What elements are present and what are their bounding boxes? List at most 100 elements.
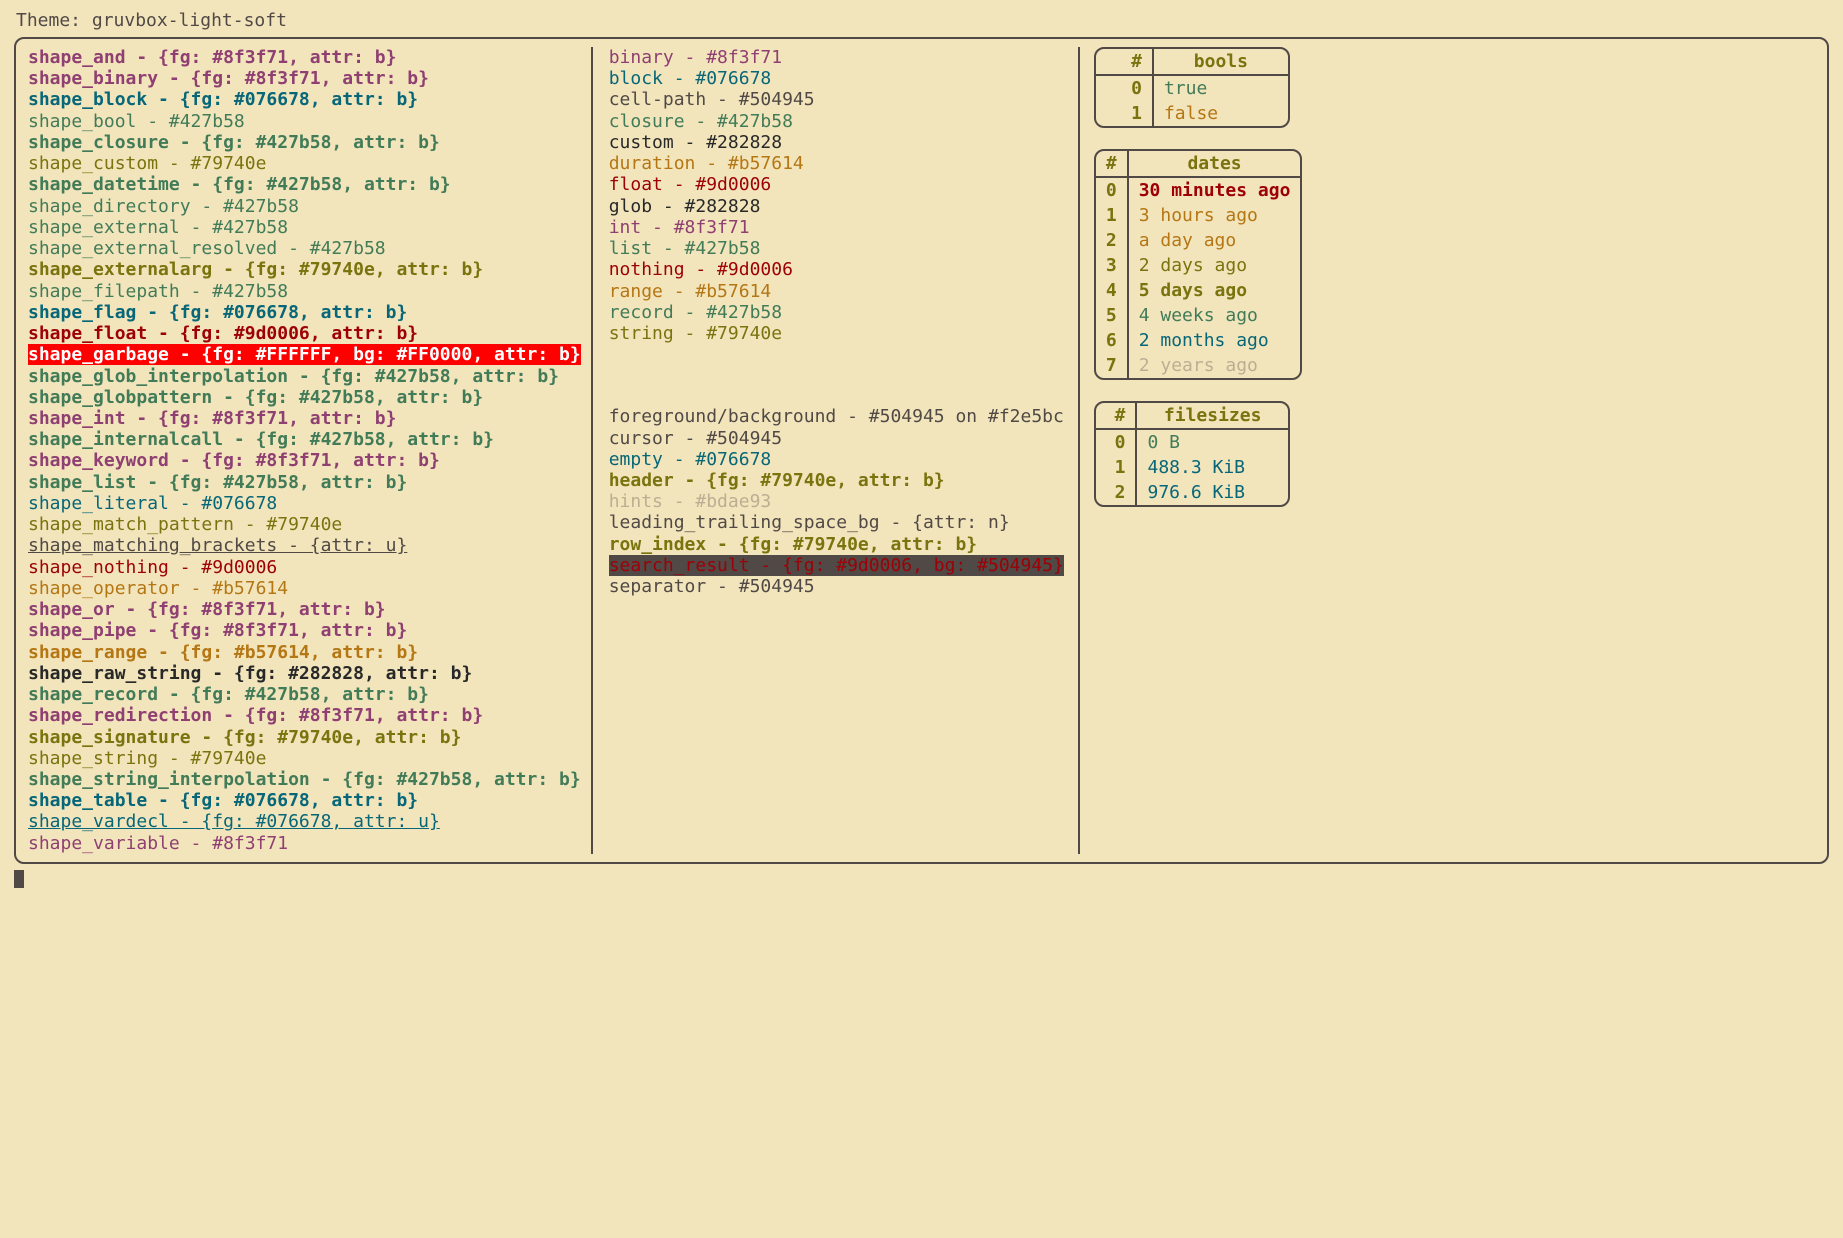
shapes-column: shape_and - {fg: #8f3f71, attr: b} shape_… <box>26 47 593 854</box>
shape-text: shape_literal - #076678 <box>28 493 277 514</box>
table-row: 00 B <box>1096 429 1288 455</box>
type-text: list - #427b58 <box>609 238 761 259</box>
misc-entry: foreground/background - #504945 on #f2e5… <box>607 406 1066 427</box>
type-text: nothing - #9d0006 <box>609 259 793 280</box>
shape-text: shape_raw_string - {fg: #282828, attr: b… <box>28 663 472 684</box>
misc-entry: header - {fg: #79740e, attr: b} <box>607 470 1066 491</box>
type-text: string - #79740e <box>609 323 782 344</box>
row-value: 5 days ago <box>1128 278 1301 303</box>
shape-entry: shape_nothing - #9d0006 <box>26 557 583 578</box>
type-text: duration - #b57614 <box>609 153 804 174</box>
shape-text: shape_garbage - {fg: #FFFFFF, bg: #FF000… <box>28 344 581 365</box>
shape-entry: shape_range - {fg: #b57614, attr: b} <box>26 642 583 663</box>
misc-text: empty - #076678 <box>609 449 772 470</box>
shape-entry: shape_flag - {fg: #076678, attr: b} <box>26 302 583 323</box>
shape-text: shape_table - {fg: #076678, attr: b} <box>28 790 418 811</box>
row-index: 2 <box>1096 480 1137 505</box>
table-header: # <box>1096 49 1153 75</box>
misc-entry: search_result - {fg: #9d0006, bg: #50494… <box>607 555 1066 576</box>
shape-entry: shape_directory - #427b58 <box>26 196 583 217</box>
shape-text: shape_string - #79740e <box>28 748 266 769</box>
type-entry: duration - #b57614 <box>607 153 1066 174</box>
type-text: custom - #282828 <box>609 132 782 153</box>
table-row: 13 hours ago <box>1096 203 1301 228</box>
shape-text: shape_directory - #427b58 <box>28 196 299 217</box>
shape-entry: shape_custom - #79740e <box>26 153 583 174</box>
type-entry: custom - #282828 <box>607 132 1066 153</box>
table-header: # <box>1096 403 1137 429</box>
shape-entry: shape_raw_string - {fg: #282828, attr: b… <box>26 663 583 684</box>
type-entry: nothing - #9d0006 <box>607 259 1066 280</box>
type-entry: glob - #282828 <box>607 196 1066 217</box>
preview-box: shape_and - {fg: #8f3f71, attr: b} shape_… <box>14 37 1829 864</box>
misc-entry: leading_trailing_space_bg - {attr: n} <box>607 512 1066 533</box>
row-value: 0 B <box>1136 429 1287 455</box>
shape-entry: shape_pipe - {fg: #8f3f71, attr: b} <box>26 620 583 641</box>
misc-entry: hints - #bdae93 <box>607 491 1066 512</box>
row-index: 0 <box>1096 75 1153 101</box>
shape-entry: shape_external_resolved - #427b58 <box>26 238 583 259</box>
table-row: 1false <box>1096 101 1288 126</box>
type-entry: record - #427b58 <box>607 302 1066 323</box>
misc-text: leading_trailing_space_bg - {attr: n} <box>609 512 1010 533</box>
shape-text: shape_pipe - {fg: #8f3f71, attr: b} <box>28 620 407 641</box>
row-index: 6 <box>1096 328 1128 353</box>
table-row: 2976.6 KiB <box>1096 480 1288 505</box>
shape-entry: shape_record - {fg: #427b58, attr: b} <box>26 684 583 705</box>
type-entry: float - #9d0006 <box>607 174 1066 195</box>
shape-text: shape_bool - #427b58 <box>28 111 245 132</box>
misc-entry: row_index - {fg: #79740e, attr: b} <box>607 534 1066 555</box>
misc-entry: empty - #076678 <box>607 449 1066 470</box>
table-dates: #dates030 minutes ago13 hours ago2a day … <box>1094 149 1303 380</box>
shape-entry: shape_float - {fg: #9d0006, attr: b} <box>26 323 583 344</box>
shape-entry: shape_int - {fg: #8f3f71, attr: b} <box>26 408 583 429</box>
shape-text: shape_operator - #b57614 <box>28 578 288 599</box>
shape-text: shape_block - {fg: #076678, attr: b} <box>28 89 418 110</box>
shape-text: shape_or - {fg: #8f3f71, attr: b} <box>28 599 386 620</box>
misc-entry: separator - #504945 <box>607 576 1066 597</box>
shape-text: shape_external_resolved - #427b58 <box>28 238 386 259</box>
cursor <box>14 870 24 888</box>
type-text: record - #427b58 <box>609 302 782 323</box>
row-value: 3 hours ago <box>1128 203 1301 228</box>
shape-text: shape_glob_interpolation - {fg: #427b58,… <box>28 366 559 387</box>
table-row: 62 months ago <box>1096 328 1301 353</box>
type-text: cell-path - #504945 <box>609 89 815 110</box>
shape-entry: shape_signature - {fg: #79740e, attr: b} <box>26 727 583 748</box>
row-value: 2 years ago <box>1128 353 1301 378</box>
type-text: int - #8f3f71 <box>609 217 750 238</box>
shape-text: shape_datetime - {fg: #427b58, attr: b} <box>28 174 451 195</box>
type-entry: binary - #8f3f71 <box>607 47 1066 68</box>
shape-text: shape_match_pattern - #79740e <box>28 514 342 535</box>
shape-entry: shape_closure - {fg: #427b58, attr: b} <box>26 132 583 153</box>
row-value: 488.3 KiB <box>1136 455 1287 480</box>
shape-text: shape_external - #427b58 <box>28 217 288 238</box>
table-row: 030 minutes ago <box>1096 177 1301 203</box>
type-entry: block - #076678 <box>607 68 1066 89</box>
type-entry: list - #427b58 <box>607 238 1066 259</box>
shape-entry: shape_matching_brackets - {attr: u} <box>26 535 583 556</box>
type-entry: closure - #427b58 <box>607 111 1066 132</box>
table-header: filesizes <box>1136 403 1287 429</box>
shape-text: shape_flag - {fg: #076678, attr: b} <box>28 302 407 323</box>
shape-entry: shape_bool - #427b58 <box>26 111 583 132</box>
misc-text: cursor - #504945 <box>609 428 782 449</box>
shape-text: shape_and - {fg: #8f3f71, attr: b} <box>28 47 396 68</box>
shape-entry: shape_match_pattern - #79740e <box>26 514 583 535</box>
shape-entry: shape_list - {fg: #427b58, attr: b} <box>26 472 583 493</box>
shape-text: shape_range - {fg: #b57614, attr: b} <box>28 642 418 663</box>
row-value: false <box>1153 101 1288 126</box>
misc-text: search_result - {fg: #9d0006, bg: #50494… <box>609 555 1064 576</box>
shape-text: shape_redirection - {fg: #8f3f71, attr: … <box>28 705 483 726</box>
misc-text: separator - #504945 <box>609 576 815 597</box>
shape-text: shape_int - {fg: #8f3f71, attr: b} <box>28 408 396 429</box>
theme-label: Theme: gruvbox-light-soft <box>16 10 1829 31</box>
shape-entry: shape_filepath - #427b58 <box>26 281 583 302</box>
row-index: 5 <box>1096 303 1128 328</box>
shape-entry: shape_glob_interpolation - {fg: #427b58,… <box>26 366 583 387</box>
type-text: closure - #427b58 <box>609 111 793 132</box>
table-header: bools <box>1153 49 1288 75</box>
shape-entry: shape_string_interpolation - {fg: #427b5… <box>26 769 583 790</box>
type-entry: range - #b57614 <box>607 281 1066 302</box>
row-index: 0 <box>1096 429 1137 455</box>
